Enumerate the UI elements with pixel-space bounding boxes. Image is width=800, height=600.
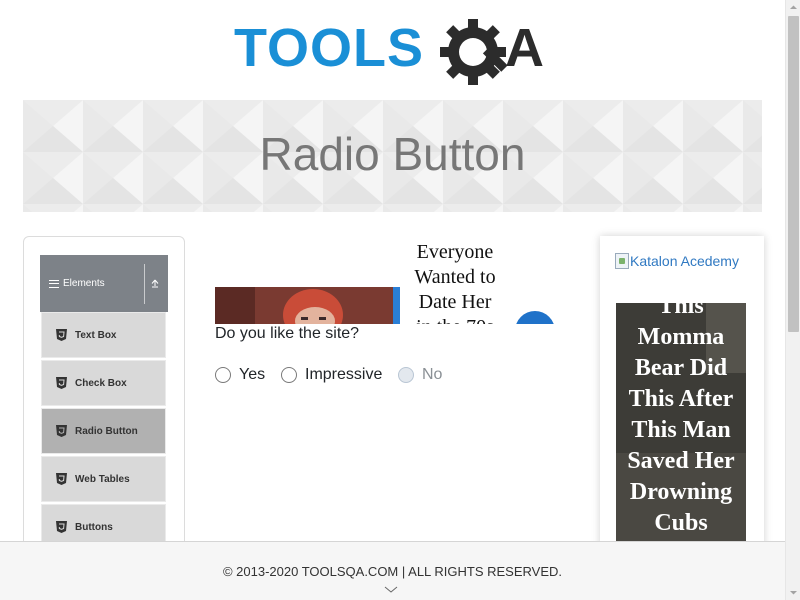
sidebar-item-label: Buttons: [75, 521, 113, 533]
radio-circle-no: [398, 367, 414, 383]
html5-icon: [56, 377, 67, 389]
sidebar-item-web-tables[interactable]: Web Tables: [41, 456, 166, 502]
collapse-arrow-icon[interactable]: [149, 277, 161, 289]
footer: © 2013-2020 TOOLSQA.COM | ALL RIGHTS RES…: [0, 541, 785, 600]
scroll-up-arrow-icon[interactable]: [789, 3, 798, 12]
gear-icon: [440, 19, 508, 85]
scrollbar-thumb[interactable]: [788, 16, 799, 332]
vertical-scrollbar[interactable]: [785, 0, 800, 600]
sidebar-item-check-box[interactable]: Check Box: [41, 360, 166, 406]
footer-copyright: © 2013-2020 TOOLSQA.COM | ALL RIGHTS RES…: [222, 564, 563, 579]
sidebar: Elements Text Box Check Box Radio Button…: [23, 236, 185, 566]
radio-circle-impressive[interactable]: [281, 367, 297, 383]
sidebar-item-text-box[interactable]: Text Box: [41, 312, 166, 358]
broken-image-icon: [615, 253, 629, 269]
sidebar-item-label: Web Tables: [75, 473, 130, 485]
ad-headline[interactable]: Everyone Wanted to Date Her in the 70s: [409, 240, 501, 324]
radio-label-impressive[interactable]: Impressive: [305, 366, 382, 384]
scroll-down-arrow-icon[interactable]: [789, 588, 798, 597]
ad-action-button[interactable]: [515, 311, 555, 324]
sidebar-item-label: Text Box: [75, 329, 117, 341]
ad-image[interactable]: [215, 287, 400, 324]
html5-icon: [56, 521, 67, 533]
logo-text-tools: TOOLS: [234, 18, 424, 78]
right-ad-text: This Momma Bear Did This After This Man …: [627, 303, 735, 536]
toolsqa-logo[interactable]: TOOLS A: [232, 14, 558, 90]
radio-question: Do you like the site?: [215, 325, 360, 342]
right-ad-image[interactable]: This Momma Bear Did This After This Man …: [616, 303, 746, 543]
sidebar-item-label: Radio Button: [75, 425, 138, 437]
sidebar-item-label: Check Box: [75, 377, 127, 389]
page: TOOLS A Radio Button Elements Text Box C…: [0, 0, 800, 600]
html5-icon: [56, 329, 67, 341]
radio-label-yes[interactable]: Yes: [239, 366, 265, 384]
html5-icon: [56, 425, 67, 437]
page-banner: Radio Button: [23, 100, 762, 212]
hamburger-icon: [49, 279, 59, 289]
radio-label-no: No: [422, 366, 443, 383]
sidebar-group-divider: [144, 264, 145, 304]
sidebar-item-radio-button[interactable]: Radio Button: [41, 408, 166, 454]
radio-no: No: [398, 366, 442, 384]
katalon-alt-text[interactable]: Katalon Acedemy: [630, 253, 739, 269]
radio-circle-yes[interactable]: [215, 367, 231, 383]
chevron-down-icon[interactable]: [384, 586, 398, 594]
html5-icon: [56, 473, 67, 485]
logo-text-a: A: [505, 18, 544, 78]
sidebar-group-elements[interactable]: Elements: [40, 255, 168, 312]
katalon-banner-link[interactable]: Katalon Acedemy: [615, 253, 739, 269]
radio-impressive[interactable]: Impressive: [281, 366, 382, 384]
page-title: Radio Button: [259, 128, 526, 180]
radio-yes[interactable]: Yes: [215, 366, 265, 384]
